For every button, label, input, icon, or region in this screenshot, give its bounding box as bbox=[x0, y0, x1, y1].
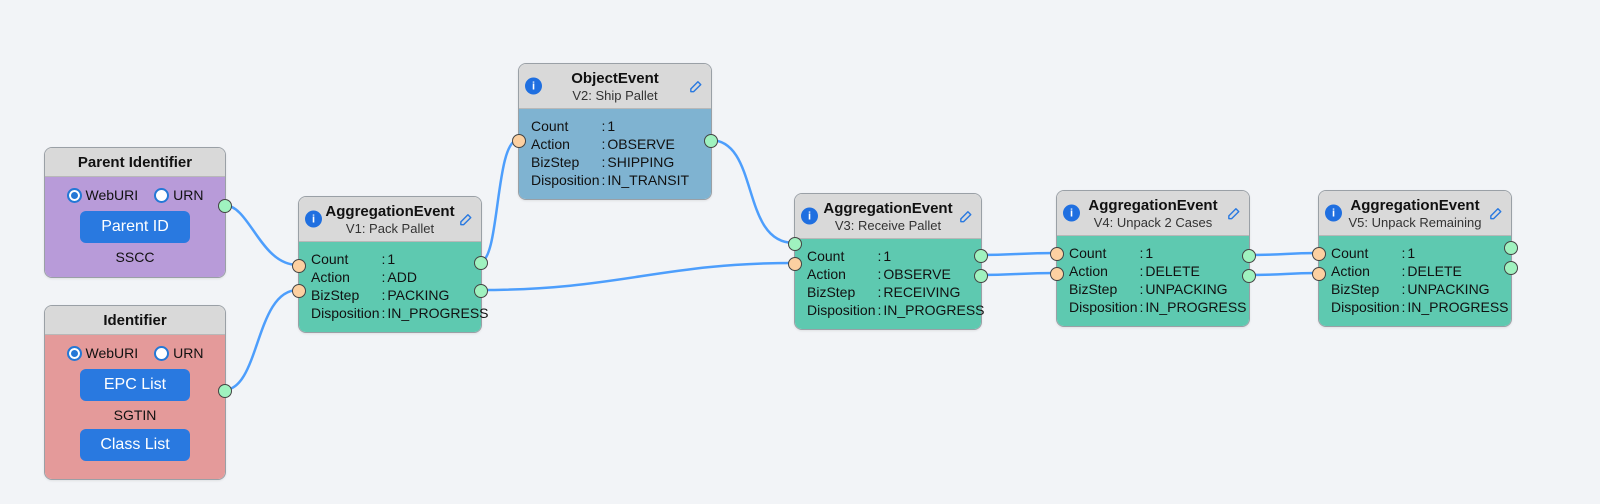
edit-icon[interactable] bbox=[1226, 205, 1243, 222]
edit-icon[interactable] bbox=[1488, 205, 1505, 222]
parent-id-button[interactable]: Parent ID bbox=[80, 211, 190, 243]
port-output[interactable] bbox=[704, 134, 718, 148]
port-output[interactable] bbox=[974, 249, 988, 263]
node-title: AggregationEvent bbox=[309, 203, 471, 221]
radio-icon bbox=[67, 188, 82, 203]
info-icon[interactable]: i bbox=[525, 78, 542, 95]
radio-option-weburi[interactable]: WebURI bbox=[67, 345, 139, 361]
radio-icon bbox=[154, 346, 169, 361]
port-output[interactable] bbox=[474, 256, 488, 270]
port-input[interactable] bbox=[292, 284, 306, 298]
node-title: Identifier bbox=[55, 312, 215, 330]
port-input[interactable] bbox=[1050, 267, 1064, 281]
event-properties: Count:1 Action:DELETE BizStep:UNPACKING … bbox=[1331, 244, 1509, 316]
info-icon[interactable]: i bbox=[1063, 205, 1080, 222]
info-icon[interactable]: i bbox=[1325, 205, 1342, 222]
epc-list-button[interactable]: EPC List bbox=[80, 369, 190, 401]
node-title: AggregationEvent bbox=[1329, 197, 1501, 215]
node-title: Parent Identifier bbox=[55, 154, 215, 172]
node-title: ObjectEvent bbox=[529, 70, 701, 88]
identifier-node[interactable]: Identifier WebURI URN EPC List SGTIN Cla… bbox=[44, 305, 226, 480]
port-input[interactable] bbox=[512, 134, 526, 148]
node-subtitle: V4: Unpack 2 Cases bbox=[1067, 215, 1239, 231]
event-properties: Count:1 Action:ADD BizStep:PACKING Dispo… bbox=[311, 250, 489, 322]
node-subtitle: V3: Receive Pallet bbox=[805, 218, 971, 234]
info-icon[interactable]: i bbox=[801, 208, 818, 225]
radio-option-urn[interactable]: URN bbox=[154, 345, 203, 361]
port-output[interactable] bbox=[1242, 249, 1256, 263]
port-output[interactable] bbox=[1504, 241, 1518, 255]
port-output[interactable] bbox=[218, 384, 232, 398]
port-input[interactable] bbox=[1312, 247, 1326, 261]
radio-option-urn[interactable]: URN bbox=[154, 187, 203, 203]
port-output[interactable] bbox=[974, 269, 988, 283]
radio-option-weburi[interactable]: WebURI bbox=[67, 187, 139, 203]
port-input[interactable] bbox=[1050, 247, 1064, 261]
identifier-type-label: SGTIN bbox=[57, 407, 213, 423]
radio-icon bbox=[154, 188, 169, 203]
node-title: AggregationEvent bbox=[1067, 197, 1239, 215]
uri-type-radio-group: WebURI URN bbox=[57, 345, 213, 361]
info-icon[interactable]: i bbox=[305, 211, 322, 228]
port-input[interactable] bbox=[1312, 267, 1326, 281]
event-properties: Count:1 Action:OBSERVE BizStep:RECEIVING… bbox=[807, 247, 985, 319]
port-output[interactable] bbox=[1504, 261, 1518, 275]
class-list-button[interactable]: Class List bbox=[80, 429, 190, 461]
event-properties: Count:1 Action:OBSERVE BizStep:SHIPPING … bbox=[531, 117, 689, 189]
node-subtitle: V5: Unpack Remaining bbox=[1329, 215, 1501, 231]
port-output[interactable] bbox=[474, 284, 488, 298]
event-properties: Count:1 Action:DELETE BizStep:UNPACKING … bbox=[1069, 244, 1247, 316]
parent-identifier-node[interactable]: Parent Identifier WebURI URN Parent ID S… bbox=[44, 147, 226, 278]
port-input[interactable] bbox=[788, 257, 802, 271]
port-output[interactable] bbox=[1242, 269, 1256, 283]
event-node-v3[interactable]: i AggregationEvent V3: Receive Pallet Co… bbox=[794, 193, 982, 330]
edit-icon[interactable] bbox=[688, 78, 705, 95]
port-input[interactable] bbox=[788, 237, 802, 251]
uri-type-radio-group: WebURI URN bbox=[57, 187, 213, 203]
node-subtitle: V1: Pack Pallet bbox=[309, 221, 471, 237]
event-node-v5[interactable]: i AggregationEvent V5: Unpack Remaining … bbox=[1318, 190, 1512, 327]
edit-icon[interactable] bbox=[458, 211, 475, 228]
node-subtitle: V2: Ship Pallet bbox=[529, 88, 701, 104]
port-input[interactable] bbox=[292, 259, 306, 273]
event-node-v1[interactable]: i AggregationEvent V1: Pack Pallet Count… bbox=[298, 196, 482, 333]
event-node-v4[interactable]: i AggregationEvent V4: Unpack 2 Cases Co… bbox=[1056, 190, 1250, 327]
edit-icon[interactable] bbox=[958, 208, 975, 225]
identifier-type-label: SSCC bbox=[57, 249, 213, 265]
port-output[interactable] bbox=[218, 199, 232, 213]
event-node-v2[interactable]: i ObjectEvent V2: Ship Pallet Count:1 Ac… bbox=[518, 63, 712, 200]
radio-icon bbox=[67, 346, 82, 361]
node-title: AggregationEvent bbox=[805, 200, 971, 218]
